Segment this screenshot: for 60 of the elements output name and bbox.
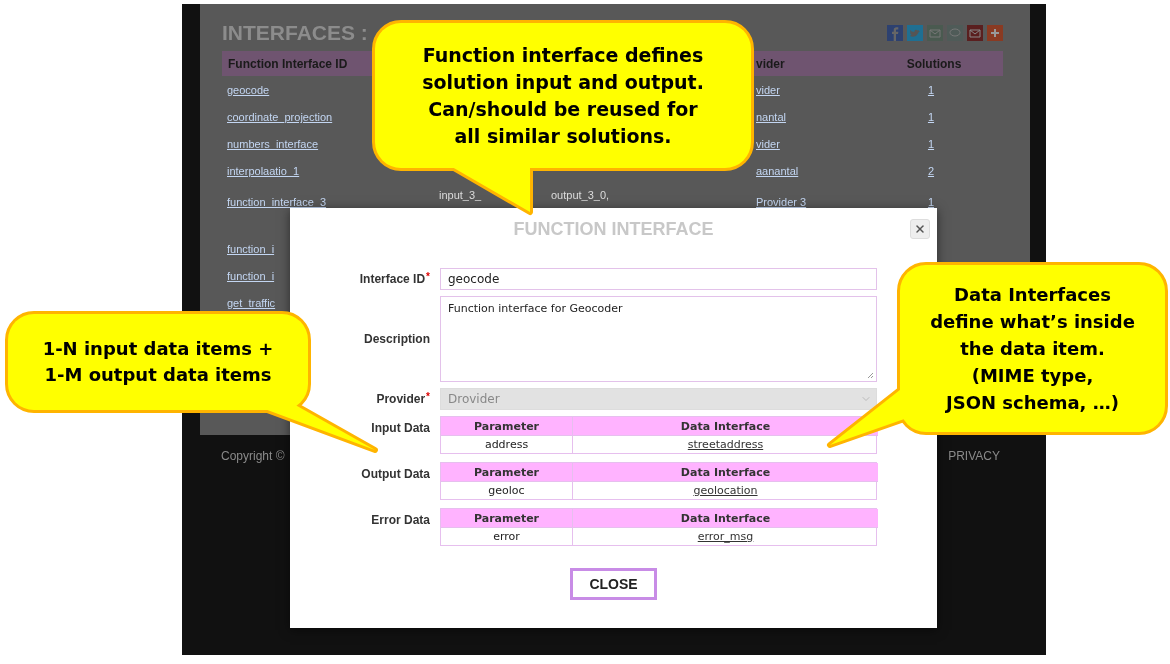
field-label: Provider [376,392,426,406]
column-header: Parameter [441,509,572,527]
table-link[interactable]: error_msg [697,530,754,543]
callout-text: Function interface defines solution input and output. Can/should be reused for all similar solutions. [422,42,704,149]
table-link[interactable]: nantal [756,111,786,123]
envelope-icon[interactable] [927,24,943,41]
f-letter-icon[interactable] [887,24,903,41]
table-cell: geoloc [441,481,572,499]
table-link[interactable]: function_i [227,270,275,282]
field-label: Input Data [371,421,430,435]
table-link[interactable]: interpolaatio_1 [227,165,300,177]
field-label: Output Data [361,467,430,481]
close-button[interactable] [910,219,930,239]
table-link[interactable]: 1 [927,111,935,123]
text-field[interactable]: geocode [440,268,877,290]
column-header: Parameter [441,463,572,481]
resize-grip-icon[interactable] [867,372,874,379]
table-cell: address [441,435,572,453]
table-cell: output_3_0, [551,189,610,201]
table-link[interactable]: vider [756,84,780,96]
table-link[interactable]: vider [756,138,780,150]
required-mark: * [426,391,430,402]
table-link[interactable]: Provider 3 [756,196,807,208]
table-link[interactable]: geocode [227,84,270,96]
callout-text: Data Interfaces define what’s inside the data item. (MIME type, JSON schema, …) [930,283,1135,415]
column-header: Parameter [441,417,572,435]
close-icon [914,223,926,235]
table-link[interactable]: get_traffic [227,297,276,309]
required-mark: * [426,271,430,282]
column-header: Data Interface [572,463,878,481]
field-label: Description [364,332,430,346]
table-link[interactable]: aanantal [756,165,799,177]
table-cell: input_3_ [439,189,482,201]
table-link[interactable]: function_interface_3 [227,196,327,208]
envelope-icon[interactable] [967,24,983,41]
column-header: Data Interface [572,509,878,527]
table-link[interactable]: function_i [227,243,275,255]
field-label: Error Data [371,513,430,527]
bird-icon[interactable] [907,24,923,41]
table-link[interactable]: numbers_interface [227,138,319,150]
description-field[interactable]: Function interface for Geocoder [440,296,877,382]
table-cell: error [441,527,572,545]
privacy-link[interactable]: PRIVACY [948,449,1000,463]
table-link[interactable]: 1 [927,196,935,208]
table-link[interactable]: 2 [927,165,935,177]
callout-text: 1-N input data items + 1-M output data items [42,337,274,387]
plus-icon[interactable] [987,24,1003,41]
field-label: Interface ID [359,272,426,286]
copyright-text: Copyright © [221,449,285,463]
table-link[interactable]: 1 [927,84,935,96]
close-button[interactable]: CLOSE [570,568,657,600]
column-header: Solutions [905,55,963,73]
table-link[interactable]: 1 [927,138,935,150]
chat-icon[interactable] [947,24,963,41]
column-header: vider [755,55,786,73]
table-link[interactable]: coordinate_projection [227,111,333,123]
column-header: Data Interface [572,417,878,435]
column-header: Function Interface ID [227,55,349,73]
table-link[interactable]: geolocation [693,484,758,497]
table-link[interactable]: streetaddress [687,438,764,451]
